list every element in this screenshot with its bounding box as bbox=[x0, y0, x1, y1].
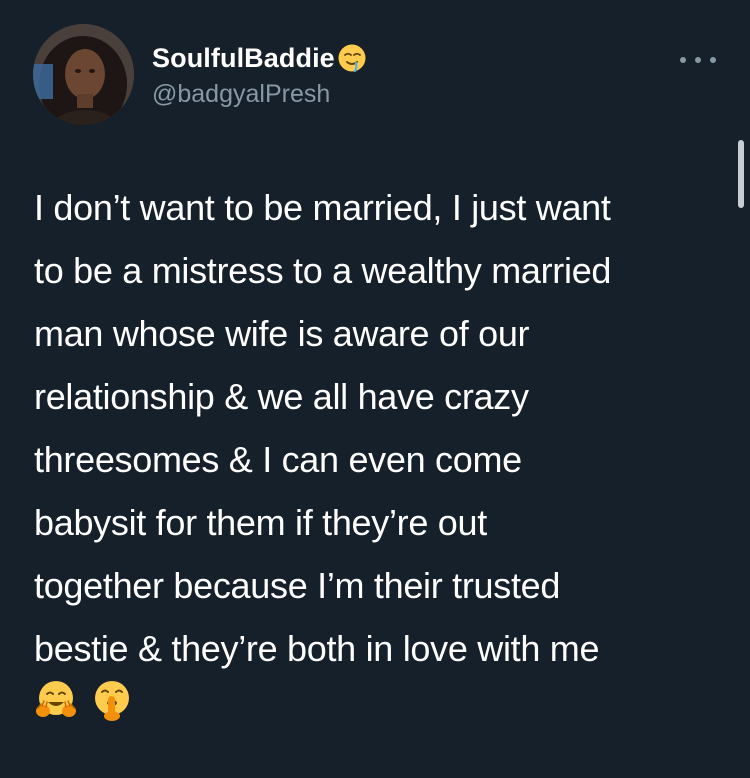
tweet-text-line: together because I’m their trusted bbox=[34, 565, 561, 606]
tweet-text-line: I don’t want to be married, I just want bbox=[34, 187, 611, 228]
tweet-text-line: to be a mistress to a wealthy married bbox=[34, 250, 612, 291]
more-dot-icon bbox=[710, 57, 716, 63]
tweet-text-line: man whose wife is aware of our bbox=[34, 313, 530, 354]
tweet-emoji-row bbox=[34, 678, 134, 722]
tweet-text: I don’t want to be married, I just want … bbox=[34, 176, 734, 680]
more-dot-icon bbox=[680, 57, 686, 63]
tweet-text-line: threesomes & I can even come bbox=[34, 439, 522, 480]
tweet-text-line: babysit for them if they’re out bbox=[34, 502, 487, 543]
display-name[interactable]: SoulfulBaddie bbox=[152, 43, 335, 74]
avatar-photo bbox=[33, 24, 134, 125]
hugging-face-icon bbox=[36, 681, 76, 717]
author-handle[interactable]: @badgyalPresh bbox=[152, 80, 330, 109]
more-options-button[interactable] bbox=[680, 50, 716, 70]
more-dot-icon bbox=[695, 57, 701, 63]
drooling-face-icon bbox=[338, 44, 366, 73]
scrollbar[interactable] bbox=[738, 140, 744, 208]
tweet-text-line: relationship & we all have crazy bbox=[34, 376, 529, 417]
author-name-row[interactable]: SoulfulBaddie bbox=[152, 38, 367, 78]
tweet-screen: SoulfulBaddie @badgyalPresh I don’t want… bbox=[0, 0, 750, 778]
tweet-text-line: bestie & they’re both in love with me bbox=[34, 628, 600, 669]
shushing-face-icon bbox=[95, 681, 129, 721]
avatar[interactable] bbox=[33, 24, 134, 125]
